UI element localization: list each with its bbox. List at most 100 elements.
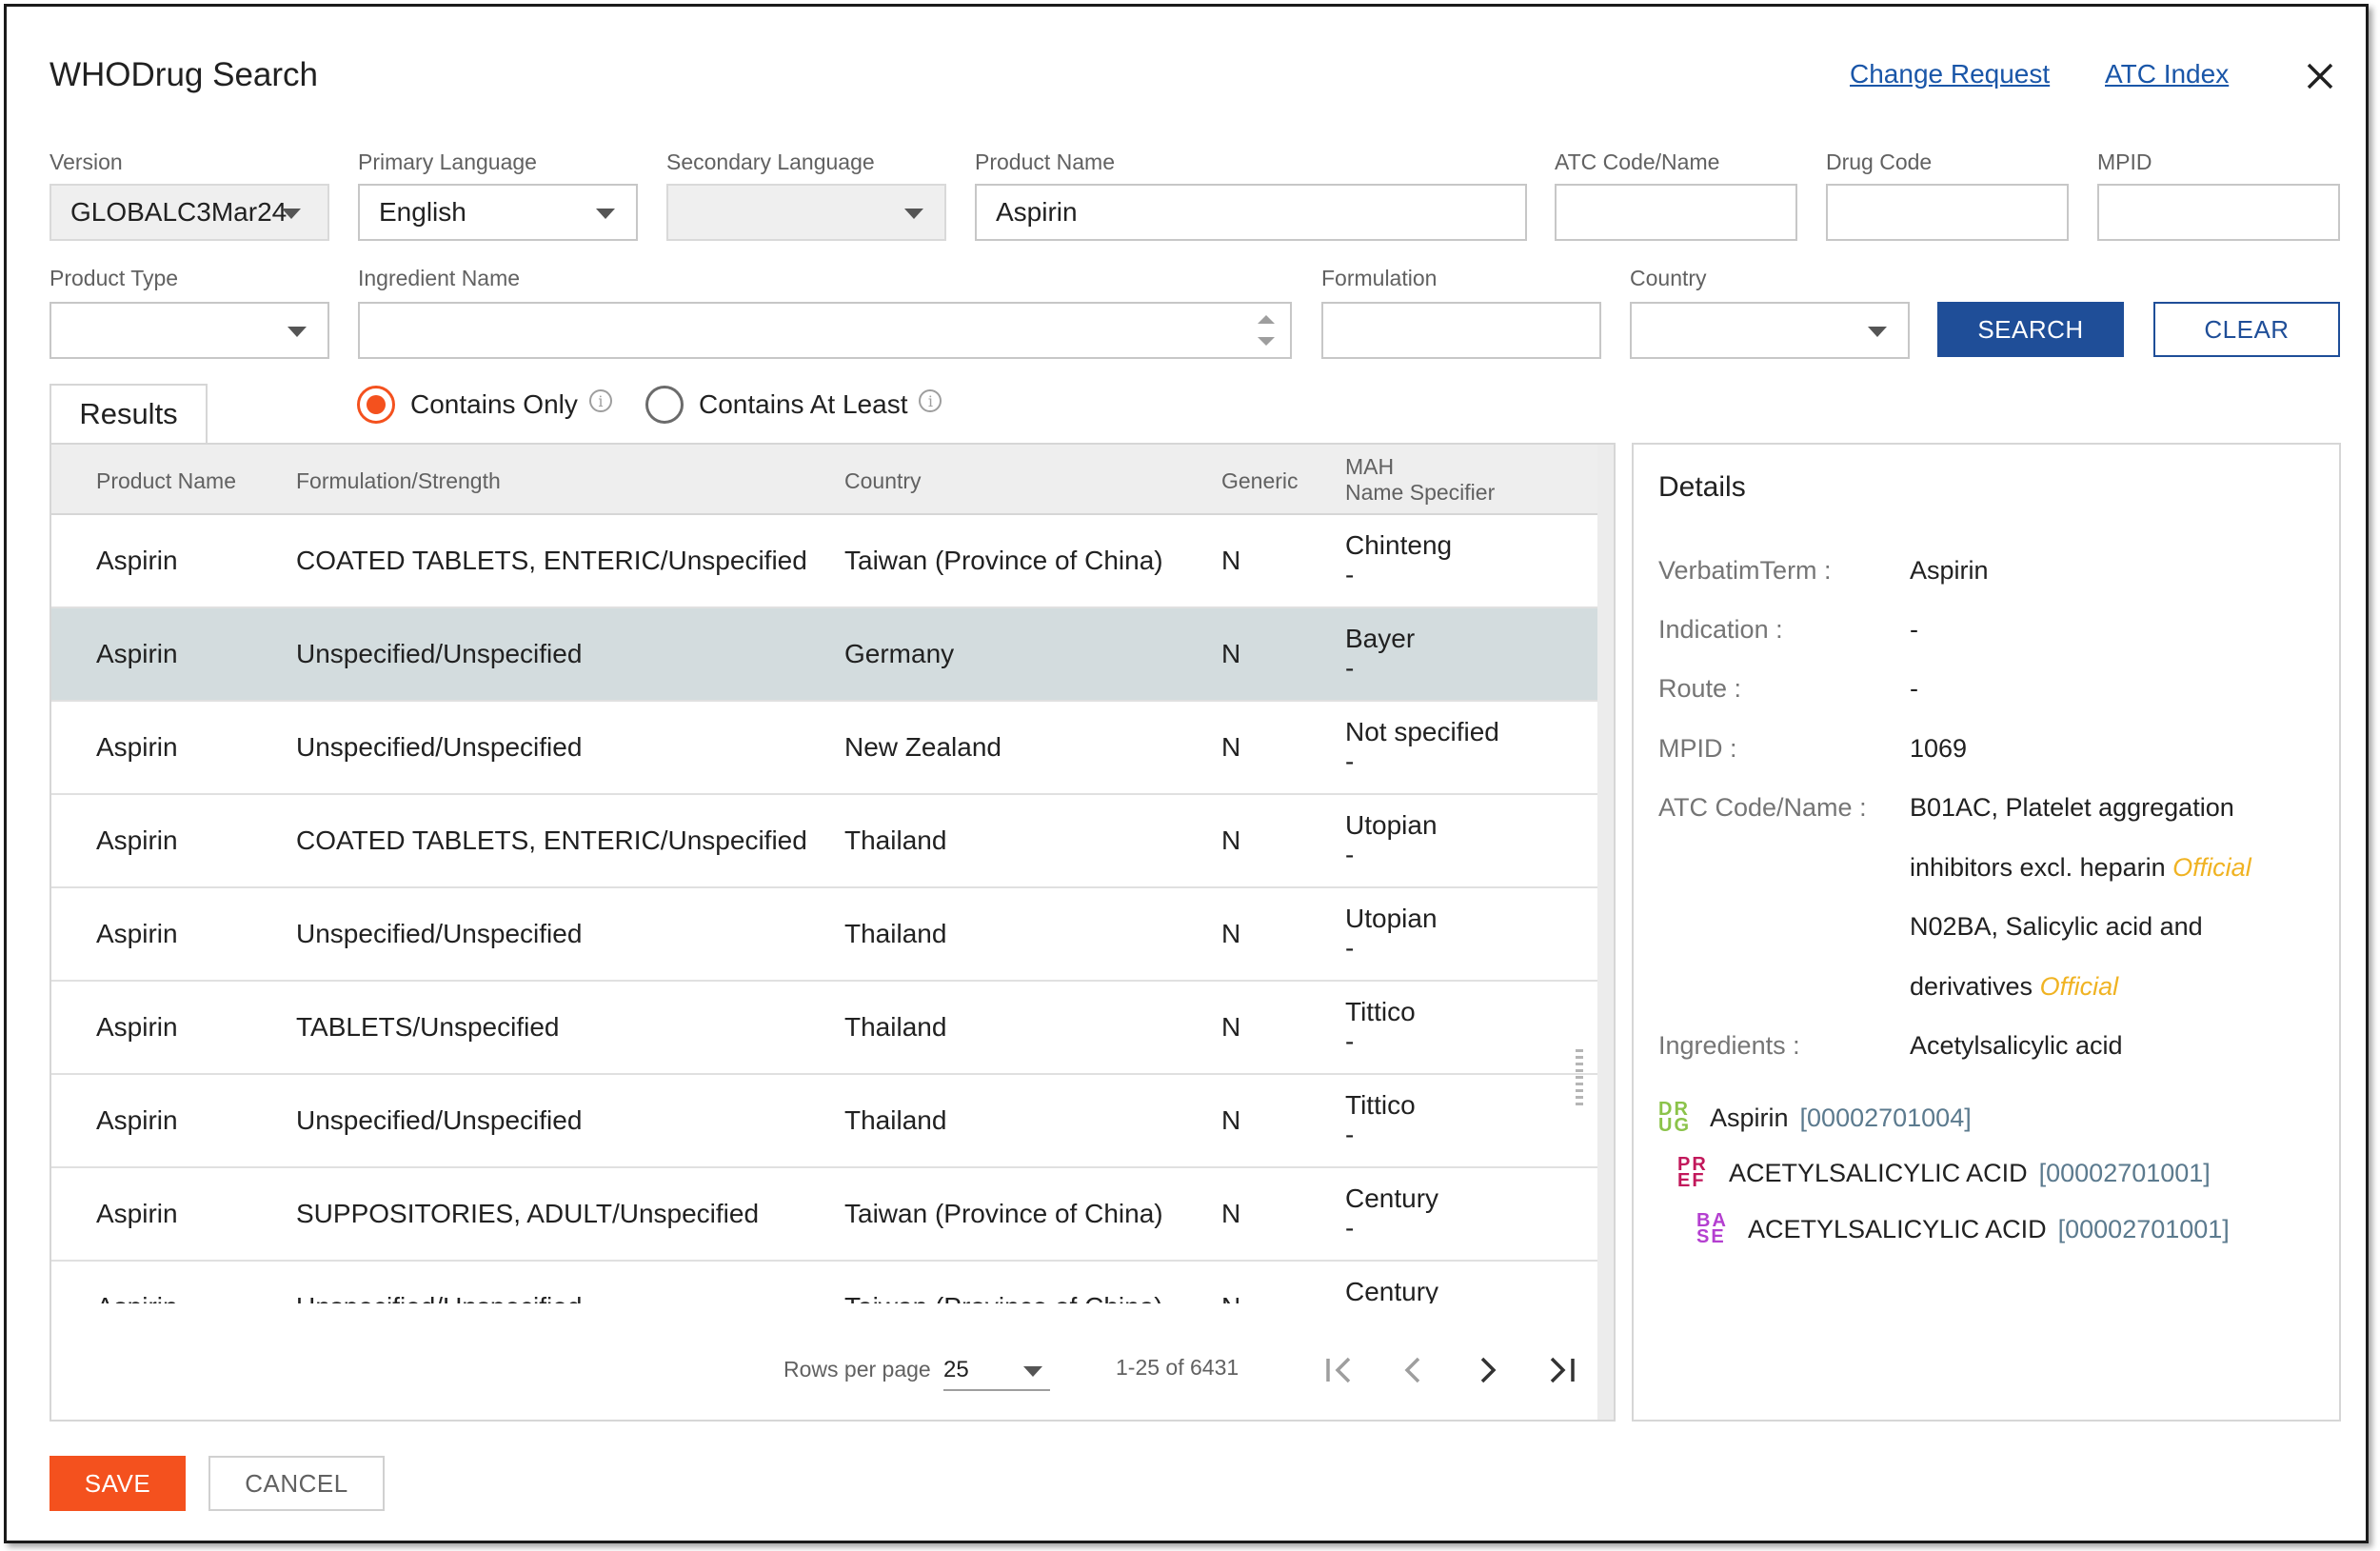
rows-per-page-select[interactable]: 25 (943, 1347, 1050, 1391)
cell-country: Thailand (844, 825, 947, 855)
mpid-label: MPID (2097, 149, 2152, 174)
name-specifier: - (1345, 1120, 1355, 1149)
last-page-icon[interactable] (1540, 1349, 1582, 1391)
cell-mah: Utopian - (1345, 810, 1438, 869)
cell-generic: N (1221, 1292, 1240, 1303)
chevron-down-icon (282, 209, 301, 219)
tree-base-row[interactable]: BA SE ACETYLSALICYLIC ACID [00002701001] (1696, 1211, 2230, 1246)
table-row[interactable]: Aspirin Unspecified/Unspecified New Zealan… (51, 702, 1597, 795)
cell-formulation: COATED TABLETS, ENTERIC/Unspecified (296, 546, 807, 575)
first-page-icon[interactable] (1319, 1349, 1360, 1391)
clear-button[interactable]: CLEAR (2153, 302, 2340, 357)
mah-name: Tittico (1345, 1090, 1416, 1120)
details-title: Details (1658, 471, 1746, 503)
atc-index-link[interactable]: ATC Index (2105, 59, 2229, 89)
col-product-name[interactable]: Product Name (96, 468, 236, 494)
tree-base-code: [00002701001] (2057, 1214, 2230, 1243)
rows-per-page-value: 25 (943, 1357, 969, 1382)
table-row[interactable]: Aspirin SUPPOSITORIES, ADULT/Unspecified T… (51, 1168, 1597, 1262)
atc-line-4-text: derivatives (1910, 972, 2033, 1001)
table-row[interactable]: Aspirin Unspecified/Unspecified Thailand N T… (51, 1075, 1597, 1168)
name-specifier: - (1345, 1026, 1355, 1056)
mpid-input[interactable] (2097, 184, 2340, 241)
col-formulation[interactable]: Formulation/Strength (296, 468, 501, 494)
cell-country: Thailand (844, 919, 947, 948)
radio-checked-icon (357, 386, 395, 424)
spin-down-icon[interactable] (1258, 337, 1275, 346)
table-row[interactable]: Aspirin COATED TABLETS, ENTERIC/Unspecifi… (51, 795, 1597, 888)
cell-product: Aspirin (96, 825, 178, 855)
secondary-language-select[interactable] (666, 184, 946, 241)
cell-product: Aspirin (96, 1012, 178, 1042)
col-country[interactable]: Country (844, 468, 922, 494)
version-select[interactable]: GLOBALC3Mar24 (50, 184, 329, 241)
ingredients-value: Acetylsalicylic acid (1910, 1031, 2123, 1060)
chevron-down-icon (1868, 327, 1887, 337)
chevron-down-icon (288, 327, 307, 337)
mah-name: Century (1345, 1277, 1439, 1303)
rows-per-page-label: Rows per page (783, 1357, 931, 1382)
primary-language-value: English (379, 197, 466, 227)
verbatim-term-label: VerbatimTerm : (1658, 556, 1832, 585)
primary-language-select[interactable]: English (358, 184, 638, 241)
official-tag: Official (2039, 972, 2119, 1001)
contains-at-least-radio[interactable]: Contains At Least i (645, 386, 942, 424)
name-specifier: - (1345, 746, 1355, 776)
tree-drug-row[interactable]: DR UG Aspirin [00002701004] (1658, 1100, 1972, 1136)
col-mah[interactable]: MAH (1345, 454, 1394, 480)
table-row[interactable]: Aspirin Unspecified/Unspecified Thailand N U… (51, 888, 1597, 982)
col-name-specifier[interactable]: Name Specifier (1345, 480, 1495, 506)
close-icon[interactable] (2303, 59, 2337, 93)
atc-code-input[interactable] (1555, 184, 1797, 241)
cell-formulation: Unspecified/Unspecified (296, 639, 583, 668)
country-select[interactable] (1630, 302, 1910, 359)
chevron-down-icon (904, 209, 923, 219)
cell-mah: Bayer - (1345, 624, 1415, 683)
name-specifier: - (1345, 933, 1355, 963)
save-button[interactable]: SAVE (50, 1456, 186, 1511)
route-value: - (1910, 674, 1918, 703)
tree-pref-code: [00002701001] (2038, 1158, 2211, 1187)
info-icon[interactable]: i (919, 389, 942, 412)
product-type-select[interactable] (50, 302, 329, 359)
ingredient-name-label: Ingredient Name (358, 266, 521, 290)
cell-formulation: COATED TABLETS, ENTERIC/Unspecified (296, 825, 807, 855)
ingredients-label: Ingredients : (1658, 1031, 1800, 1060)
name-specifier: - (1345, 840, 1355, 869)
search-button[interactable]: SEARCH (1937, 302, 2124, 357)
cancel-button[interactable]: CANCEL (208, 1456, 385, 1511)
tree-base-name: ACETYLSALICYLIC ACID (1748, 1214, 2047, 1243)
cell-generic: N (1221, 1105, 1241, 1135)
results-tab[interactable]: Results (50, 384, 208, 443)
cell-formulation: Unspecified/Unspecified (296, 1105, 583, 1135)
cell-mah: Tittico - (1345, 997, 1416, 1056)
table-row[interactable]: Aspirin TABLETS/Unspecified Thailand N Titti… (51, 982, 1597, 1075)
mah-name: Utopian (1345, 904, 1438, 933)
col-generic[interactable]: Generic (1221, 468, 1299, 494)
table-row[interactable]: Aspirin COATED TABLETS, ENTERIC/Unspecifi… (51, 515, 1597, 608)
ingredient-name-input[interactable] (358, 302, 1292, 359)
badge-bottom: UG (1658, 1115, 1691, 1136)
table-scrollbar[interactable] (1597, 445, 1614, 1420)
contains-only-radio[interactable]: Contains Only i (357, 386, 612, 424)
tree-pref-row[interactable]: PR EF ACETYLSALICYLIC ACID [00002701001] (1677, 1155, 2211, 1190)
mah-name: Bayer (1345, 624, 1416, 653)
resize-handle[interactable] (1576, 1049, 1583, 1106)
atc-line-2-text: inhibitors excl. heparin (1910, 853, 2166, 882)
cell-formulation: Unspecified/Unspecified (296, 919, 583, 948)
results-table: Product Name Formulation/Strength Countr… (50, 443, 1616, 1422)
pref-badge-icon: PR EF (1677, 1155, 1710, 1190)
spin-up-icon[interactable] (1258, 315, 1275, 324)
previous-page-icon[interactable] (1393, 1349, 1435, 1391)
table-row[interactable]: Aspirin Unspecified/Unspecified Taiwan (Pr… (51, 1262, 1597, 1303)
cell-generic: N (1221, 919, 1241, 948)
info-icon[interactable]: i (588, 389, 612, 412)
table-row[interactable]: Aspirin Unspecified/Unspecified Germany N Ba… (51, 608, 1597, 702)
change-request-link[interactable]: Change Request (1850, 59, 2050, 89)
product-name-input[interactable]: Aspirin (975, 184, 1527, 241)
drug-code-input[interactable] (1826, 184, 2069, 241)
dialog-title: WHODrug Search (50, 56, 319, 93)
formulation-input[interactable] (1321, 302, 1601, 359)
next-page-icon[interactable] (1466, 1349, 1508, 1391)
chevron-down-icon (1023, 1366, 1042, 1377)
